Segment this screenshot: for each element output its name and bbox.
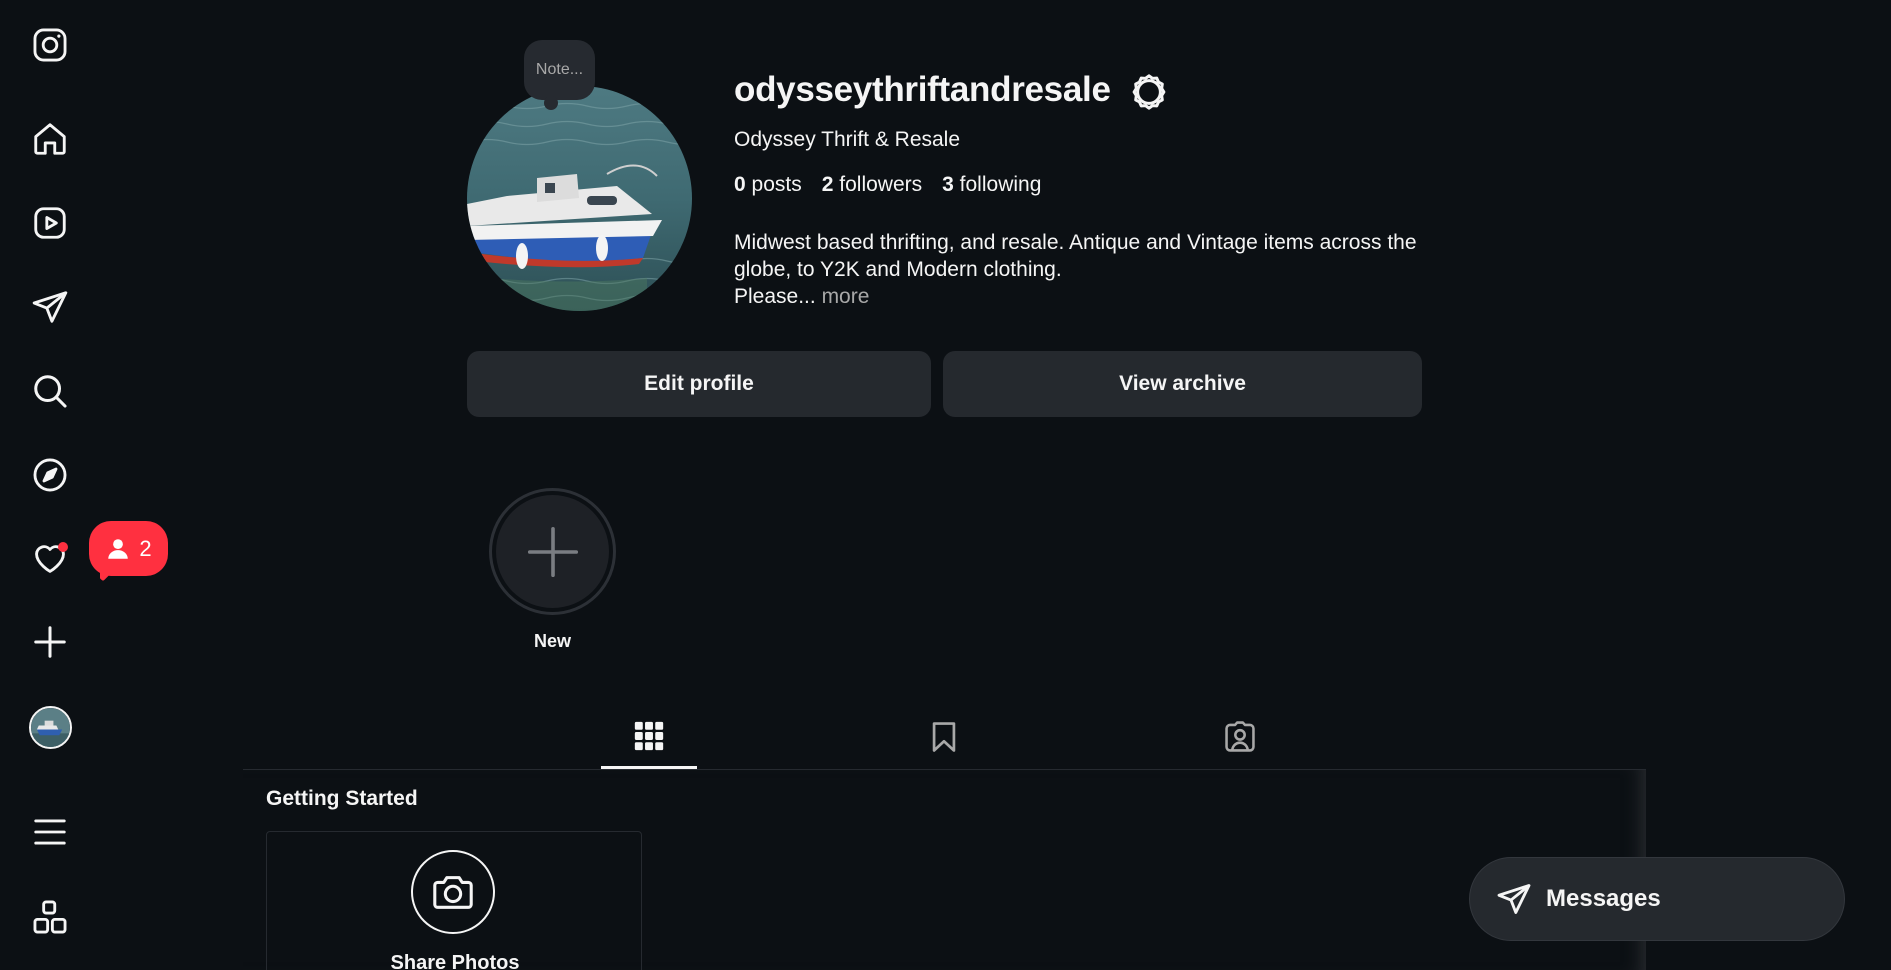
getting-started-panel: Getting Started Share Photos xyxy=(243,769,1646,970)
following-label: following xyxy=(959,173,1042,196)
direct-messages-icon[interactable] xyxy=(26,283,74,331)
notification-dot xyxy=(58,542,68,552)
home-icon[interactable] xyxy=(26,115,74,163)
bio-more-link[interactable]: more xyxy=(822,285,870,308)
note-text: Note... xyxy=(535,61,584,78)
grid-icon xyxy=(634,721,664,750)
profile-picture[interactable] xyxy=(467,86,692,311)
share-photos-card[interactable]: Share Photos xyxy=(266,831,642,970)
bio-truncated-text: Please... xyxy=(734,285,816,308)
followers-stat[interactable]: 2 followers xyxy=(822,173,922,197)
create-plus-icon[interactable] xyxy=(26,618,74,666)
followers-count: 2 xyxy=(821,173,834,196)
bio-line: Midwest based thrifting, and resale. Ant… xyxy=(734,231,1417,254)
settings-gear-icon[interactable] xyxy=(1130,73,1168,111)
messages-label: Messages xyxy=(1546,885,1661,912)
following-stat[interactable]: 3 following xyxy=(942,173,1041,197)
new-highlight-label: New xyxy=(533,631,571,651)
instagram-logo-icon[interactable] xyxy=(26,21,74,69)
followers-label: followers xyxy=(839,173,923,196)
tagged-person-icon xyxy=(1225,721,1255,752)
menu-hamburger-icon[interactable] xyxy=(26,808,74,856)
edit-profile-button[interactable]: Edit profile xyxy=(467,351,931,417)
following-count: 3 xyxy=(942,173,954,196)
also-from-meta-icon[interactable] xyxy=(26,893,74,941)
notifications-heart-icon[interactable] xyxy=(26,534,74,582)
bookmark-icon xyxy=(932,722,956,752)
new-highlight-circle xyxy=(496,495,609,608)
sidebar xyxy=(0,0,100,970)
tab-posts-grid[interactable] xyxy=(601,705,697,769)
view-archive-button[interactable]: View archive xyxy=(943,351,1422,417)
profile-full-name: Odyssey Thrift & Resale xyxy=(734,128,961,151)
tab-saved[interactable] xyxy=(896,705,992,769)
profile-stats: 0 posts 2 followers 3 following xyxy=(734,173,1041,197)
bio-line: globe, to Y2K and Modern clothing. xyxy=(734,258,1062,281)
new-highlight-button[interactable] xyxy=(489,488,616,615)
notification-popup-badge[interactable]: 2 xyxy=(89,521,168,576)
bio-line: Please... more xyxy=(734,283,1434,310)
camera-icon xyxy=(411,850,495,934)
direct-message-icon xyxy=(1497,884,1531,914)
note-bubble[interactable]: Note... xyxy=(524,40,595,110)
profile-username: odysseythriftandresale xyxy=(734,70,1111,109)
plus-icon xyxy=(527,526,578,577)
reels-icon[interactable] xyxy=(26,199,74,247)
tab-tagged[interactable] xyxy=(1192,705,1288,769)
profile-bio: Midwest based thrifting, and resale. Ant… xyxy=(734,229,1434,310)
posts-label: posts xyxy=(751,173,802,196)
getting-started-title: Getting Started xyxy=(266,787,418,810)
person-icon xyxy=(108,538,129,559)
posts-count: 0 xyxy=(734,173,746,196)
posts-stat: 0 posts xyxy=(734,173,802,197)
search-icon[interactable] xyxy=(26,367,74,415)
notification-count: 2 xyxy=(139,535,152,561)
profile-avatar[interactable] xyxy=(29,706,72,749)
share-photos-label: Share Photos xyxy=(390,952,520,970)
messages-button[interactable]: Messages xyxy=(1469,857,1845,941)
explore-compass-icon[interactable] xyxy=(26,451,74,499)
